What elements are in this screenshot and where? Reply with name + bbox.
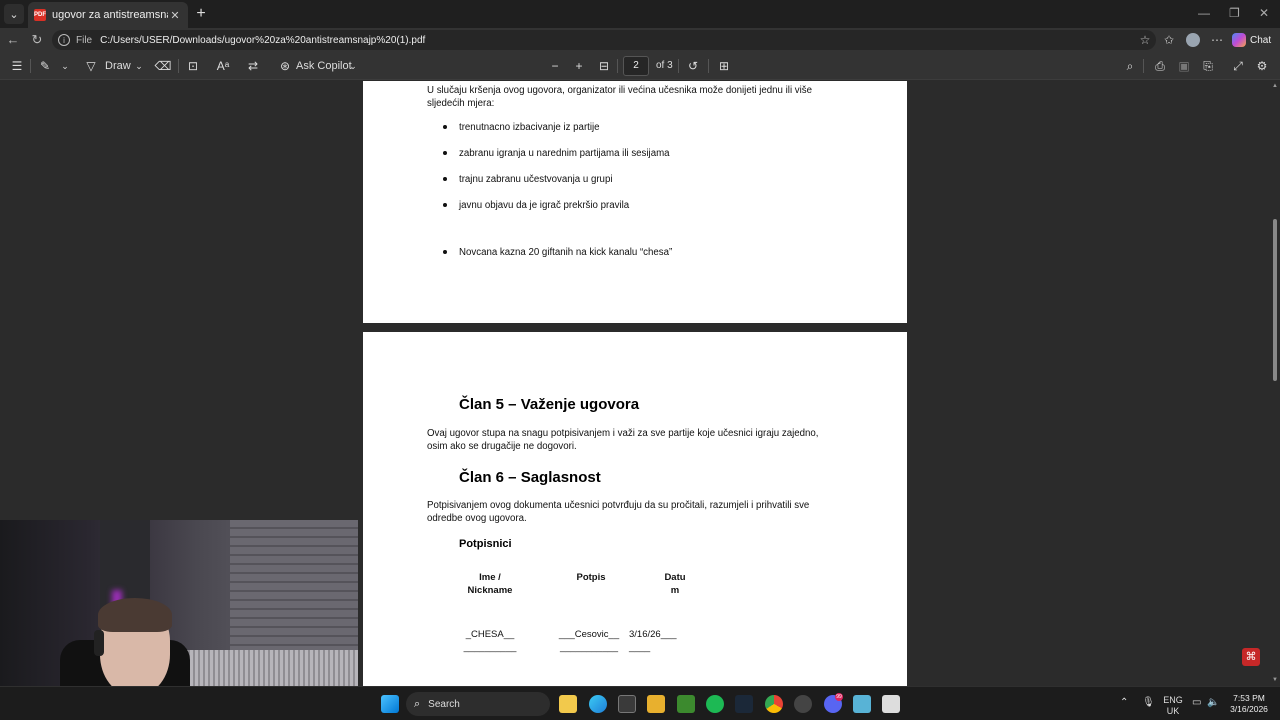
back-icon[interactable]: ← xyxy=(4,31,22,49)
address-bar-row: ← ↻ i File C:/Users/USER/Downloads/ugovo… xyxy=(0,28,1280,52)
copilot-icon xyxy=(1232,33,1246,47)
obs-icon[interactable] xyxy=(794,695,812,713)
page-view-icon[interactable]: ⊞ xyxy=(715,57,733,75)
volume-icon[interactable]: 🔈 xyxy=(1207,697,1219,708)
language-indicator[interactable]: ENG UK xyxy=(1160,695,1186,717)
app-icon[interactable] xyxy=(647,695,665,713)
favorite-star-icon[interactable]: ☆ xyxy=(1136,31,1154,49)
table-cell: 3/16/26___ ____ xyxy=(629,629,677,653)
address-scheme: File xyxy=(76,34,93,46)
save-icon[interactable]: ▣ xyxy=(1175,57,1193,75)
taskbar-search[interactable]: ⌕ Search xyxy=(406,692,550,716)
page-number-input[interactable]: 2 xyxy=(623,56,649,76)
draw-icon[interactable]: ▽ xyxy=(82,57,100,75)
new-tab-button[interactable]: + xyxy=(192,5,210,23)
tray-overflow-icon[interactable]: ⌃ xyxy=(1120,697,1128,708)
microphone-icon[interactable]: 🎙 xyxy=(1142,697,1155,708)
network-icon[interactable]: ▭ xyxy=(1192,697,1201,708)
paragraph-line: Potpisivanjem ovog dokumenta učesnici po… xyxy=(427,500,810,511)
table-header: Potpis xyxy=(576,572,606,583)
section-heading: Član 5 – Važenje ugovora xyxy=(459,396,640,413)
text-box-icon[interactable]: ⊡ xyxy=(184,57,202,75)
search-icon: ⌕ xyxy=(414,697,421,710)
discord-badge: 99 xyxy=(835,693,843,701)
settings-gear-icon[interactable]: ⚙ xyxy=(1253,57,1271,75)
edge-icon[interactable] xyxy=(589,695,607,713)
active-tab[interactable]: PDF ugovor za antistreamsnajp (1).pdf ✕ xyxy=(28,2,188,28)
taskbar: ⌕ Search 99 ⌃ 🎙 ENG UK ▭ 🔈 7:53 PM 3/16/20… xyxy=(0,686,1280,720)
address-bar[interactable]: i File C:/Users/USER/Downloads/ugovor%20… xyxy=(52,30,1156,50)
tab-strip: ⌄ PDF ugovor za antistreamsnajp (1).pdf … xyxy=(0,0,1280,28)
tab-title: ugovor za antistreamsnajp (1).pdf xyxy=(52,9,168,21)
acrobat-icon[interactable]: ⌘ xyxy=(1242,648,1260,666)
highlight-dropdown-icon[interactable]: ⌄ xyxy=(56,57,74,75)
draw-label[interactable]: Draw xyxy=(105,57,131,75)
intro-line: U slučaju kršenja ovog ugovora, organiza… xyxy=(427,85,813,96)
close-window-icon[interactable]: ✕ xyxy=(1259,6,1269,20)
favorites-icon[interactable]: ✩ xyxy=(1160,31,1178,49)
pdf-toolbar: ☰ ✎ ⌄ ▽ Draw ⌄ ⌫ ⊡ Aᵃ ⇄ ⊛ Ask Copilot ⌄ … xyxy=(0,52,1280,80)
section-heading: Član 6 – Saglasnost xyxy=(459,469,601,486)
draw-dropdown-icon[interactable]: ⌄ xyxy=(130,57,148,75)
start-windows-icon[interactable] xyxy=(381,695,399,713)
chrome-icon[interactable] xyxy=(765,695,783,713)
table-cell: _CHESA__ __________ xyxy=(463,629,517,653)
spotify-icon[interactable] xyxy=(706,695,724,713)
rotate-icon[interactable]: ↺ xyxy=(684,57,702,75)
fit-page-icon[interactable]: ⊟ xyxy=(595,57,613,75)
steam-icon[interactable] xyxy=(735,695,753,713)
refresh-icon[interactable]: ↻ xyxy=(28,31,46,49)
pdf-app-icon[interactable] xyxy=(882,695,900,713)
chat-label: Chat xyxy=(1250,34,1272,46)
highlight-icon[interactable]: ✎ xyxy=(36,57,54,75)
pdf-file-icon: PDF xyxy=(34,9,46,21)
print-icon[interactable]: ⎙ xyxy=(1151,57,1169,75)
fullscreen-icon[interactable]: ⤢ xyxy=(1229,57,1247,75)
paragraph-line: Ovaj ugovor stupa na snagu potpisivanjem… xyxy=(427,428,819,439)
save-as-icon[interactable]: ⎘ xyxy=(1199,57,1217,75)
tab-actions-menu-button[interactable]: ⌄ xyxy=(4,4,24,24)
more-menu-icon[interactable]: ⋯ xyxy=(1208,31,1226,49)
search-label: Search xyxy=(428,698,460,710)
signers-heading: Potpisnici xyxy=(459,538,512,550)
table-header: Ime / Nickname xyxy=(467,572,513,596)
table-header: Datu m xyxy=(664,572,686,596)
table-cell: ___Cesovic__ ___________ xyxy=(558,629,620,653)
copilot-chat-button[interactable]: Chat xyxy=(1232,31,1271,49)
eraser-icon[interactable]: ⌫ xyxy=(154,57,172,75)
minimize-icon[interactable]: — xyxy=(1198,6,1210,20)
search-icon[interactable]: ⌕ xyxy=(1121,57,1139,75)
translate-icon[interactable]: ⇄ xyxy=(244,57,262,75)
tab-close-icon[interactable]: ✕ xyxy=(168,9,182,22)
copilot-dropdown-icon[interactable]: ⌄ xyxy=(344,57,362,75)
system-clock[interactable]: 7:53 PM 3/16/2026 xyxy=(1222,693,1276,715)
intro-line: sljedećih mjera: xyxy=(427,98,495,109)
notepad-icon[interactable] xyxy=(853,695,871,713)
read-aloud-icon[interactable]: Aᵃ xyxy=(214,57,232,75)
scroll-down-icon[interactable]: ▼ xyxy=(1272,677,1278,683)
zoom-out-icon[interactable]: − xyxy=(546,57,564,75)
scroll-up-icon[interactable]: ▲ xyxy=(1272,83,1278,89)
paragraph-line: osim ako se drugačije ne dogovori. xyxy=(427,441,577,452)
minecraft-icon[interactable] xyxy=(677,695,695,713)
vertical-scrollbar[interactable]: ▲ ▼ xyxy=(1270,81,1280,686)
profile-avatar[interactable] xyxy=(1186,33,1200,47)
restore-icon[interactable]: ❐ xyxy=(1229,6,1240,20)
page-total: of 3 xyxy=(656,60,673,71)
info-icon[interactable]: i xyxy=(58,34,70,46)
file-explorer-icon[interactable] xyxy=(559,695,577,713)
contents-icon[interactable]: ☰ xyxy=(8,57,26,75)
ask-copilot-icon[interactable]: ⊛ xyxy=(276,57,294,75)
paragraph-line: odredbe ovog ugovora. xyxy=(427,513,527,524)
zoom-in-icon[interactable]: + xyxy=(570,57,588,75)
address-url[interactable]: C:/Users/USER/Downloads/ugovor%20za%20an… xyxy=(100,35,425,46)
scrollbar-thumb[interactable] xyxy=(1273,219,1277,381)
pdf-page: U slučaju kršenja ovog ugovora, organiza… xyxy=(363,81,907,323)
store-icon[interactable] xyxy=(618,695,636,713)
pdf-page: Član 5 – Važenje ugovora Ovaj ugovor stu… xyxy=(363,332,907,686)
